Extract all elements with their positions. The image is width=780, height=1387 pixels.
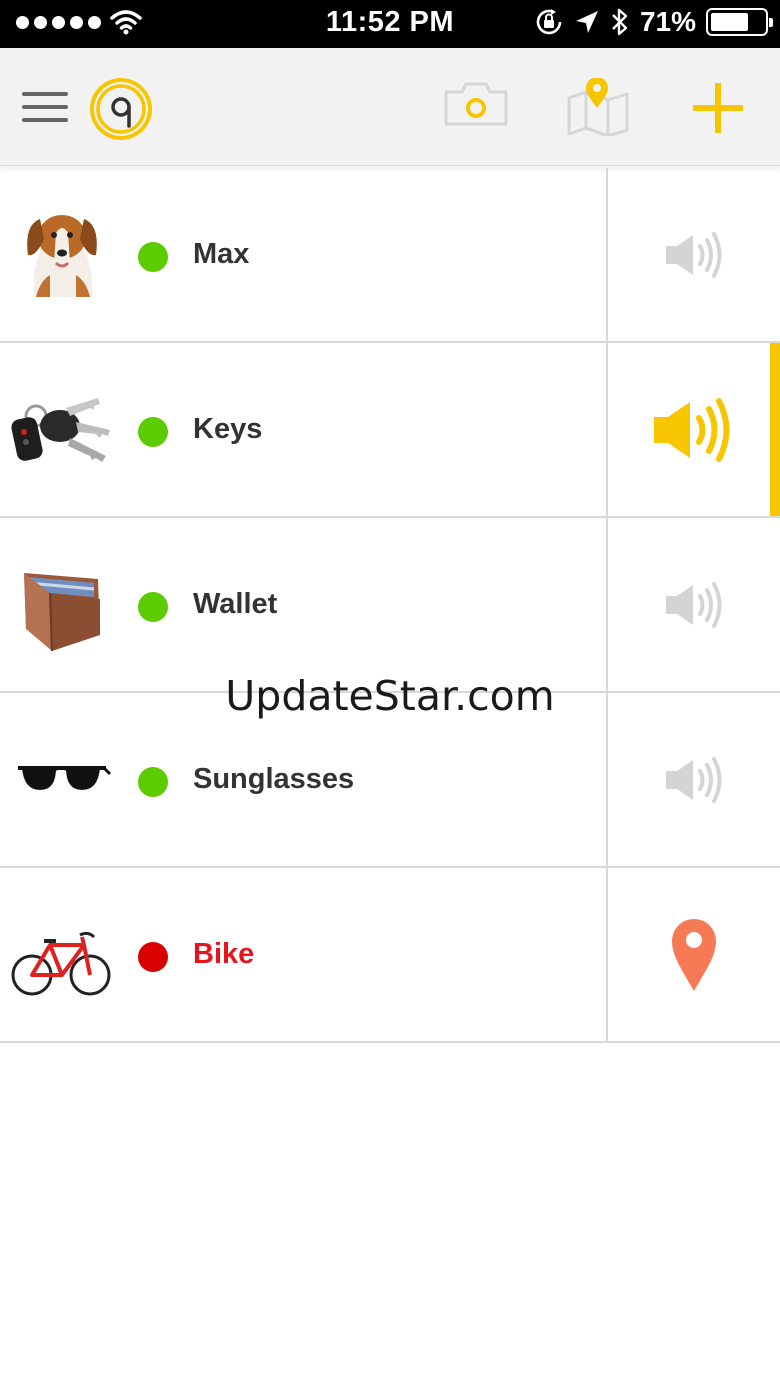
speaker-icon [666,231,722,278]
dog-photo-icon [10,203,112,307]
app-header [0,48,780,166]
status-dot [138,242,168,272]
sunglasses-photo-icon [10,728,112,832]
bluetooth-icon [612,8,628,36]
keys-photo-icon [10,378,112,482]
hamburger-menu-icon[interactable] [22,92,68,122]
list-item[interactable]: Max [0,168,780,343]
battery-icon [706,8,773,36]
speaker-icon [666,756,722,803]
item-name: Max [193,238,250,270]
list-item[interactable]: Bike [0,868,780,1043]
plus-icon[interactable] [692,82,744,134]
watermark: UpdateStar.com [225,672,555,720]
status-dot [138,417,168,447]
status-dot [138,767,168,797]
wallet-photo-icon [10,553,112,657]
camera-icon[interactable] [442,80,510,128]
status-bar: 11:52 PM 71% [0,0,780,48]
active-indicator [770,343,780,516]
ring-button[interactable] [606,168,780,341]
item-name: Keys [193,413,263,445]
bike-photo-icon [10,903,112,1007]
locate-button[interactable] [606,868,780,1041]
item-name: Wallet [193,588,278,620]
item-list: Max Keys Wallet Sunglasses Bike [0,168,780,1043]
ring-button[interactable] [606,343,780,516]
speaker-icon [666,581,722,628]
item-name: Bike [193,938,255,970]
status-dot [138,592,168,622]
speaker-icon [654,397,730,462]
map-pin-icon[interactable] [566,78,630,136]
ring-button[interactable] [606,518,780,691]
rotation-lock-icon [536,9,562,35]
list-item[interactable]: Wallet [0,518,780,693]
status-dot [138,942,168,972]
item-name: Sunglasses [193,763,355,795]
list-item[interactable]: Keys [0,343,780,518]
battery-level [711,13,748,31]
map-pin-icon [672,918,716,991]
tile-logo-icon[interactable] [88,76,154,142]
battery-percentage: 71% [639,6,696,37]
location-arrow-icon [575,11,598,33]
